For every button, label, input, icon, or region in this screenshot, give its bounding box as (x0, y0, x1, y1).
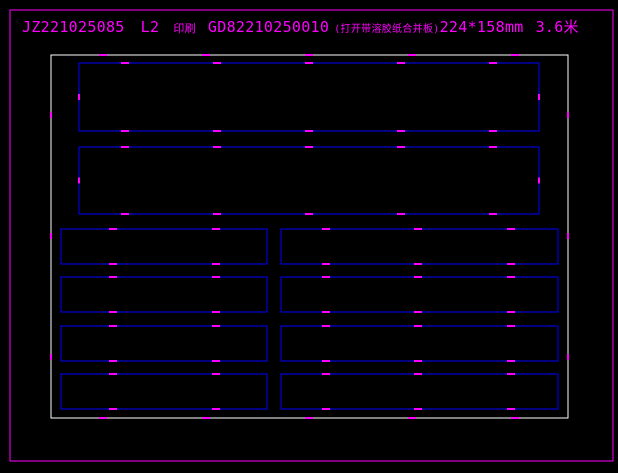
small-panel (60, 228, 268, 265)
small-panel (60, 373, 268, 410)
outer-border (9, 9, 614, 462)
small-panel (280, 228, 559, 265)
panel-group (60, 62, 559, 410)
small-panel (60, 325, 268, 362)
cad-canvas: JZ221025085 L2 印刷 GD82210250010 (打开带溶胶纸合… (0, 0, 618, 473)
sheet-border (50, 54, 569, 419)
small-panel (280, 325, 559, 362)
panel-drawing (9, 9, 614, 462)
large-panel (78, 62, 540, 132)
small-panel (280, 373, 559, 410)
marker-group (50, 54, 569, 419)
small-panel (280, 276, 559, 313)
small-panel (60, 276, 268, 313)
large-panel (78, 146, 540, 215)
